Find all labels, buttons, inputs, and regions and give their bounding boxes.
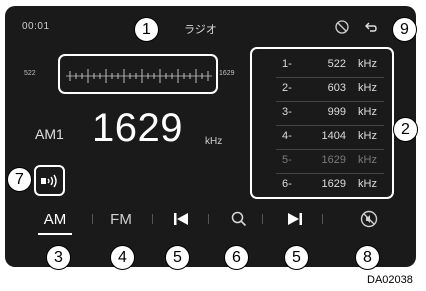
- sound-setting-button[interactable]: [34, 165, 65, 196]
- screen-title: ラジオ: [184, 24, 217, 36]
- callout-marker: 1: [134, 17, 159, 42]
- preset-number: 3-: [282, 106, 292, 118]
- callout-marker: 3: [46, 245, 71, 270]
- back-icon[interactable]: [364, 21, 378, 35]
- speaker-icon: [41, 174, 57, 188]
- seek-back-button[interactable]: [168, 201, 194, 237]
- preset-item[interactable]: 4- 1404 kHz: [252, 125, 392, 149]
- clock: 00:01: [22, 21, 50, 32]
- divider: [208, 214, 209, 224]
- preset-number: 2-: [282, 82, 292, 94]
- preset-frequency: 1629: [321, 178, 346, 190]
- tuner-scale-max: 1629: [219, 70, 235, 77]
- preset-number: 4-: [282, 130, 292, 142]
- divider: [262, 214, 263, 224]
- preset-frequency: 603: [327, 82, 346, 94]
- callout-marker: 7: [7, 167, 32, 192]
- divider: [152, 214, 153, 224]
- tuner-ticks: [66, 69, 212, 83]
- sound-off-button[interactable]: [356, 201, 382, 237]
- fm-button[interactable]: FM: [104, 201, 138, 237]
- figure-code: DA02038: [367, 274, 413, 286]
- preset-frequency: 999: [327, 106, 346, 118]
- search-button[interactable]: [226, 201, 252, 237]
- preset-unit: kHz: [358, 154, 377, 166]
- callout-marker: 2: [393, 117, 418, 142]
- callout-marker: 9: [392, 17, 417, 42]
- divider: [322, 214, 323, 224]
- tuner-scale-min: 522: [24, 70, 36, 77]
- preset-unit: kHz: [358, 82, 377, 94]
- preset-unit: kHz: [358, 106, 377, 118]
- seek-forward-button[interactable]: [282, 201, 308, 237]
- search-icon: [231, 211, 247, 227]
- tuner-scale[interactable]: [58, 54, 218, 94]
- preset-unit: kHz: [358, 58, 377, 70]
- preset-frequency: 1629: [321, 154, 346, 166]
- no-sound-icon: [360, 210, 378, 228]
- preset-number: 1-: [282, 58, 292, 70]
- callout-marker: 5: [165, 245, 190, 270]
- seek-back-icon: [174, 213, 188, 225]
- callout-marker: 4: [110, 245, 135, 270]
- preset-frequency: 522: [327, 58, 346, 70]
- frequency-unit: kHz: [205, 136, 223, 147]
- am-button[interactable]: AM: [38, 201, 72, 237]
- band-label: AM1: [35, 126, 64, 142]
- preset-number: 6-: [282, 178, 292, 190]
- callout-marker: 5: [284, 245, 309, 270]
- current-frequency: 1629: [92, 106, 183, 150]
- seek-forward-icon: [288, 213, 302, 225]
- preset-item[interactable]: 2- 603 kHz: [252, 77, 392, 101]
- callout-marker: 6: [224, 245, 249, 270]
- callout-marker: 8: [355, 245, 380, 270]
- am-label: AM: [43, 210, 67, 228]
- preset-list: 1- 522 kHz 2- 603 kHz 3- 999 kHz 4- 1404…: [250, 47, 394, 199]
- preset-unit: kHz: [358, 178, 377, 190]
- am-active-indicator: [38, 233, 72, 235]
- preset-item[interactable]: 6- 1629 kHz: [252, 173, 392, 197]
- preset-item[interactable]: 3- 999 kHz: [252, 101, 392, 125]
- preset-number: 5-: [282, 154, 292, 166]
- preset-item-active[interactable]: 5- 1629 kHz: [252, 149, 392, 173]
- preset-unit: kHz: [358, 130, 377, 142]
- preset-item[interactable]: 1- 522 kHz: [252, 53, 392, 77]
- no-cellular-icon[interactable]: [335, 20, 349, 34]
- preset-frequency: 1404: [321, 130, 346, 142]
- divider: [92, 214, 93, 224]
- fm-label: FM: [110, 210, 132, 228]
